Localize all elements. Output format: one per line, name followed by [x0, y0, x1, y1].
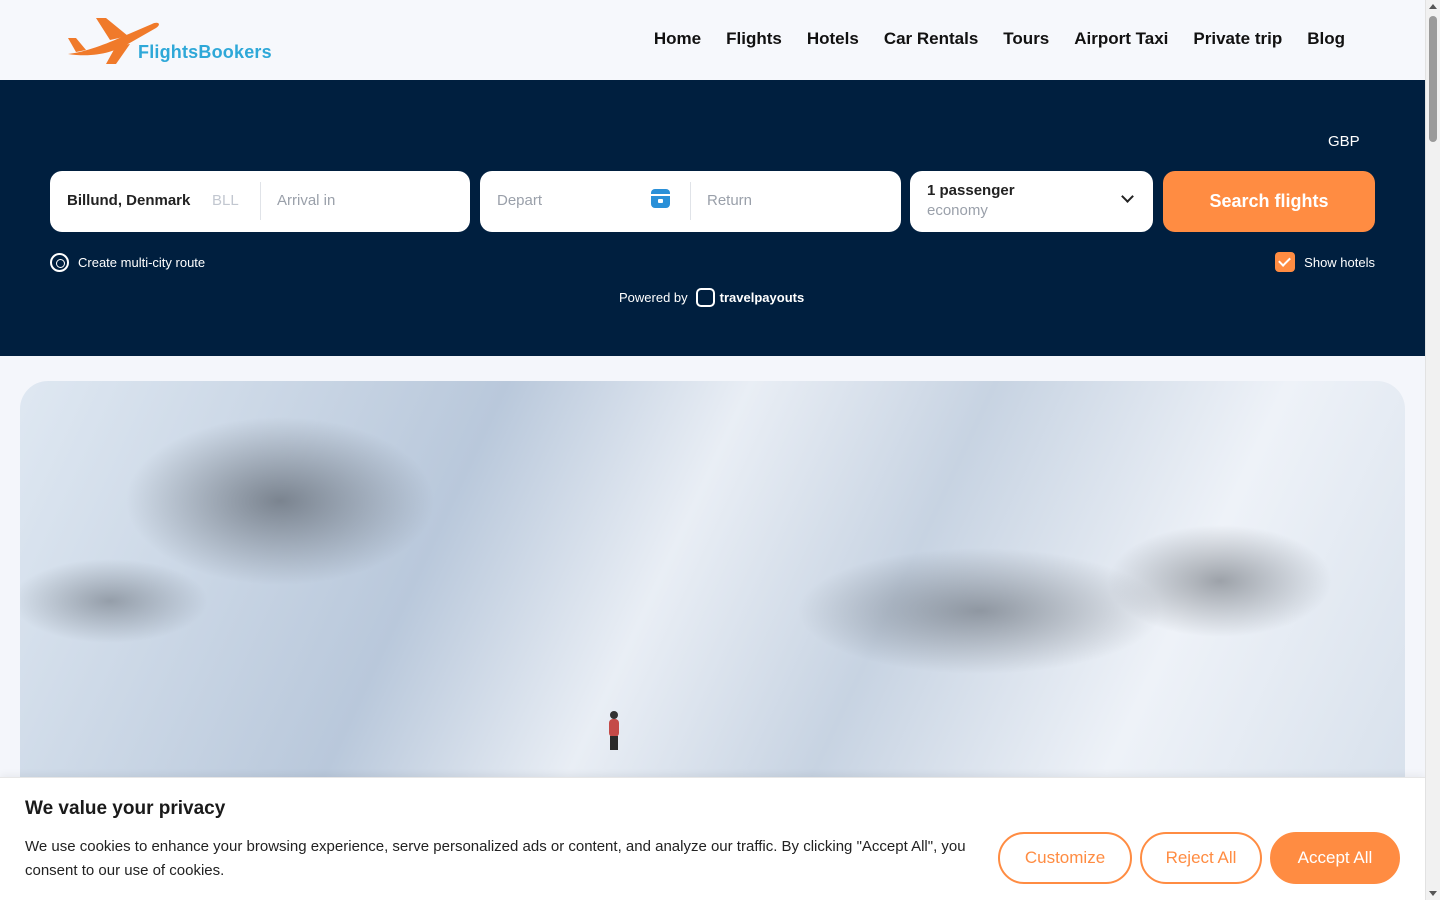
origin-code: BLL	[212, 192, 239, 209]
flight-search-panel: GBP Billund, Denmark BLL Arrival in Depa…	[0, 80, 1425, 356]
multi-city-link[interactable]: Create multi-city route	[50, 253, 205, 272]
powered-by: Powered by travelpayouts	[619, 288, 804, 307]
customize-button[interactable]: Customize	[998, 832, 1132, 884]
cabin-class: economy	[927, 202, 988, 219]
powered-by-label: Powered by	[619, 290, 688, 305]
page-scrollbar[interactable]	[1425, 0, 1440, 900]
currency-selector[interactable]: GBP	[1328, 133, 1360, 150]
cookie-title: We value your privacy	[25, 798, 226, 819]
nav-tours[interactable]: Tours	[1003, 29, 1049, 49]
travelpayouts-logo-icon	[695, 288, 715, 307]
route-divider	[260, 182, 261, 220]
passenger-selector[interactable]: 1 passenger economy	[910, 171, 1153, 232]
main-nav: Home Flights Hotels Car Rentals Tours Ai…	[654, 29, 1345, 49]
powered-by-brand[interactable]: travelpayouts	[720, 290, 805, 305]
scroll-down-icon[interactable]	[1429, 891, 1437, 896]
calendar-icon[interactable]	[651, 189, 670, 208]
site-logo[interactable]: FlightsBookers	[66, 14, 276, 68]
scroll-thumb[interactable]	[1429, 16, 1437, 142]
accept-all-button[interactable]: Accept All	[1270, 832, 1400, 884]
checkbox-checked-icon[interactable]	[1275, 252, 1296, 272]
reject-all-button[interactable]: Reject All	[1140, 832, 1262, 884]
nav-blog[interactable]: Blog	[1307, 29, 1345, 49]
return-input[interactable]: Return	[707, 192, 752, 209]
route-fields: Billund, Denmark BLL Arrival in	[50, 171, 470, 232]
scroll-up-icon[interactable]	[1429, 4, 1437, 9]
cookie-text: We use cookies to enhance your browsing …	[25, 838, 966, 879]
site-header: FlightsBookers Home Flights Hotels Car R…	[0, 0, 1425, 80]
destination-input[interactable]: Arrival in	[277, 192, 335, 209]
show-hotels-label: Show hotels	[1304, 254, 1375, 270]
skier-figure	[605, 711, 623, 751]
nav-hotels[interactable]: Hotels	[807, 29, 859, 49]
date-divider	[690, 182, 691, 220]
nav-car-rentals[interactable]: Car Rentals	[884, 29, 978, 49]
cookie-banner: We value your privacy We use cookies to …	[0, 777, 1425, 900]
depart-input[interactable]: Depart	[497, 192, 542, 209]
show-hotels-toggle[interactable]: Show hotels	[1275, 252, 1375, 272]
passenger-count: 1 passenger	[927, 182, 1015, 199]
multi-city-label: Create multi-city route	[78, 255, 206, 270]
search-flights-button[interactable]: Search flights	[1163, 171, 1375, 232]
nav-flights[interactable]: Flights	[726, 29, 782, 49]
route-icon	[50, 253, 69, 272]
nav-airport-taxi[interactable]: Airport Taxi	[1074, 29, 1168, 49]
chevron-down-icon	[1121, 190, 1134, 203]
brand-name: FlightsBookers	[138, 42, 272, 62]
origin-input[interactable]: Billund, Denmark	[67, 192, 190, 209]
nav-private-trip[interactable]: Private trip	[1193, 29, 1282, 49]
nav-home[interactable]: Home	[654, 29, 701, 49]
date-fields: Depart Return	[480, 171, 901, 232]
